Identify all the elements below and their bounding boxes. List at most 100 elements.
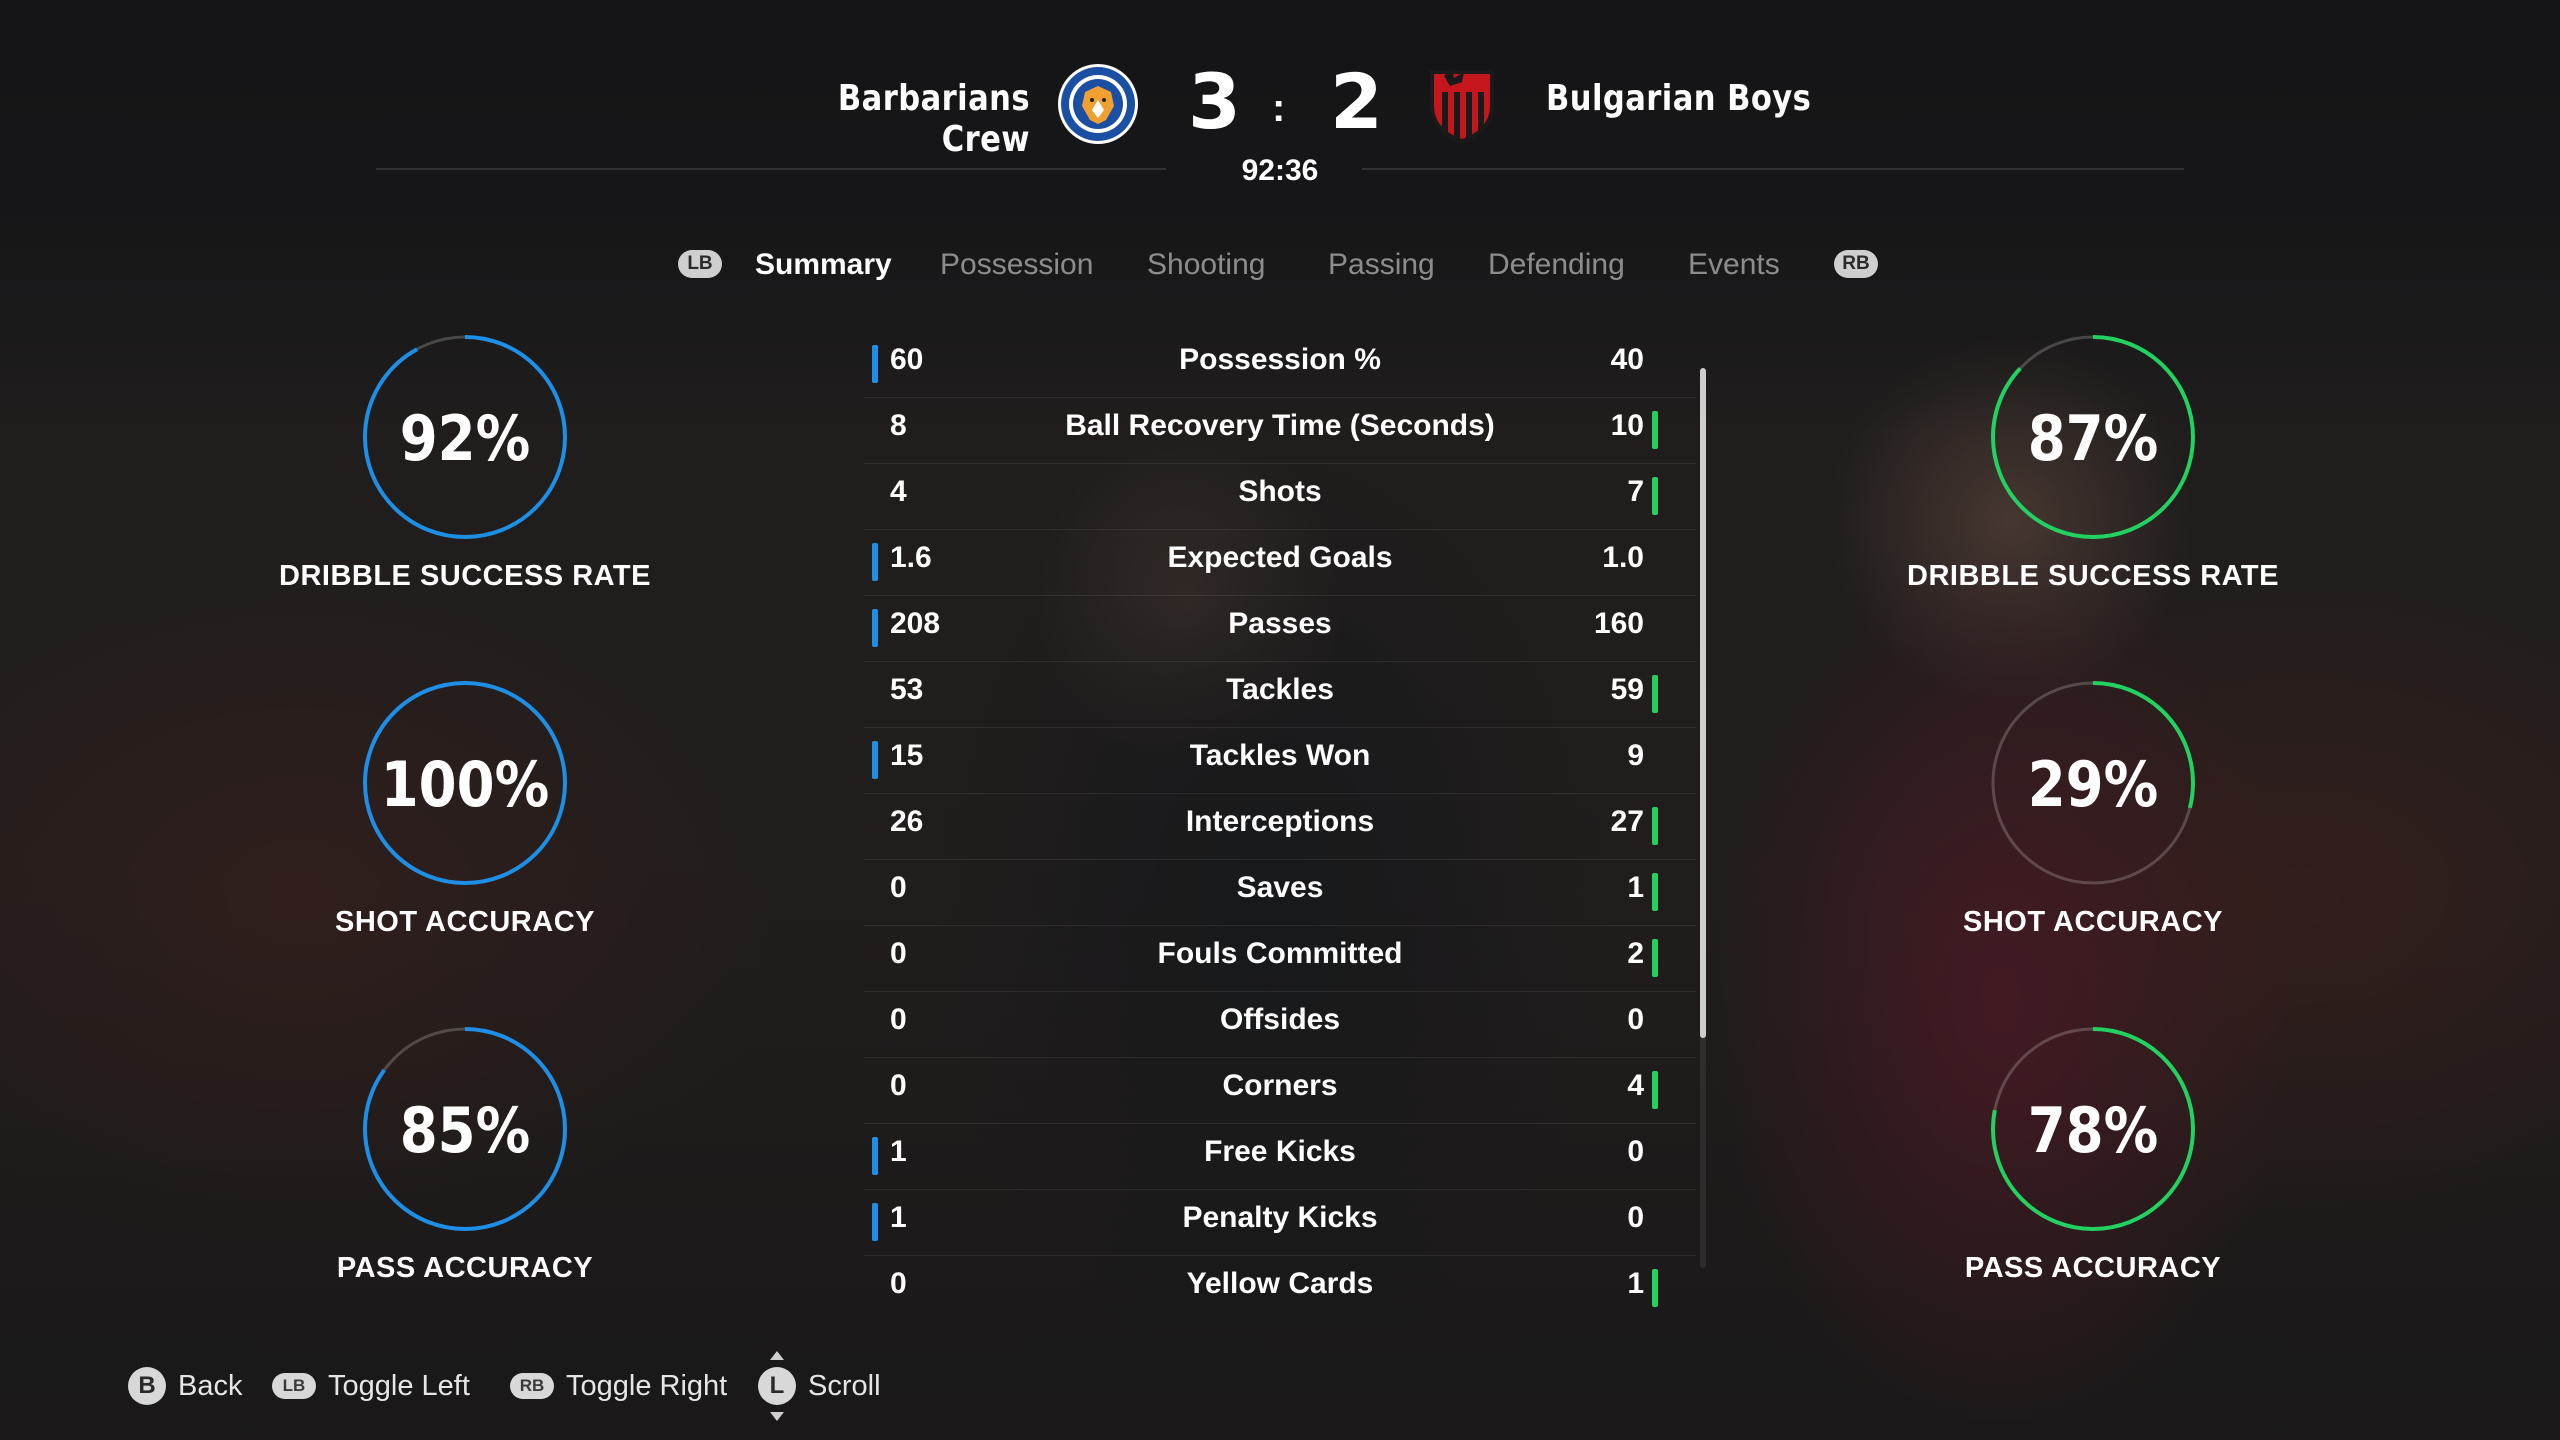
stat-name: Penalty Kicks bbox=[1182, 1201, 1378, 1234]
home-pass-accuracy-label: PASS ACCURACY bbox=[336, 1252, 594, 1284]
stat-name: Corners bbox=[1222, 1069, 1338, 1102]
home-pass-accuracy-stat: 85% PASS ACCURACY bbox=[275, 1026, 655, 1285]
scroll-label: Scroll bbox=[808, 1369, 881, 1402]
stat-row-shots: 4 Shots 7 bbox=[864, 464, 1696, 530]
away-lead-bar bbox=[1652, 873, 1658, 911]
away-dribble-success-label: DRIBBLE SUCCESS RATE bbox=[1907, 560, 2279, 592]
away-pass-accuracy-value: 78% bbox=[2027, 1094, 2159, 1167]
home-dribble-success-stat: 92% DRIBBLE SUCCESS RATE bbox=[275, 334, 655, 593]
away-lead-bar bbox=[1652, 807, 1658, 845]
home-dribble-success-value: 92% bbox=[399, 402, 531, 475]
stats-scrollbar[interactable] bbox=[1700, 368, 1706, 1268]
toggle-right-prompt[interactable]: RB Toggle Right bbox=[510, 1366, 727, 1406]
back-label: Back bbox=[178, 1369, 243, 1402]
away-stat-value: 9 bbox=[1627, 739, 1644, 772]
stat-name: Passes bbox=[1228, 607, 1332, 640]
lb-bumper-button[interactable]: LB bbox=[678, 250, 722, 278]
stat-row-saves: 0 Saves 1 bbox=[864, 860, 1696, 926]
stat-row-yellow-cards: 0 Yellow Cards 1 bbox=[864, 1256, 1696, 1321]
stat-row-free-kicks: 1 Free Kicks 0 bbox=[864, 1124, 1696, 1190]
away-shot-accuracy-label: SHOT ACCURACY bbox=[1963, 906, 2223, 938]
stats-tab-bar: LB Summary Possession Shooting Passing D… bbox=[0, 244, 2560, 294]
stat-name: Possession % bbox=[1179, 343, 1381, 376]
stat-name: Shots bbox=[1238, 475, 1322, 508]
away-stat-value: 0 bbox=[1627, 1003, 1644, 1036]
stat-name: Offsides bbox=[1219, 1003, 1341, 1036]
away-pass-accuracy-label: PASS ACCURACY bbox=[1964, 1252, 2222, 1284]
back-prompt[interactable]: B Back bbox=[128, 1366, 242, 1406]
away-shot-accuracy-stat: 29% SHOT ACCURACY bbox=[1903, 680, 2283, 939]
left-stick-icon: L bbox=[758, 1351, 796, 1421]
tab-passing[interactable]: Passing bbox=[1328, 248, 1435, 282]
toggle-right-label: Toggle Right bbox=[566, 1369, 728, 1402]
stat-row-offsides: 0 Offsides 0 bbox=[864, 992, 1696, 1058]
up-down-arrows-icon bbox=[770, 1351, 784, 1421]
stat-row-ball-recovery-time: 8 Ball Recovery Time (Seconds) 10 bbox=[864, 398, 1696, 464]
stat-row-tackles: 53 Tackles 59 bbox=[864, 662, 1696, 728]
home-team-name: Barbarians Crew bbox=[837, 78, 1030, 160]
home-score: 3 bbox=[1188, 57, 1241, 146]
tab-events[interactable]: Events bbox=[1688, 248, 1780, 282]
away-stat-value: 160 bbox=[1593, 607, 1644, 640]
stat-row-corners: 0 Corners 4 bbox=[864, 1058, 1696, 1124]
rb-button-icon: RB bbox=[510, 1373, 554, 1399]
away-lead-bar bbox=[1652, 939, 1658, 977]
toggle-left-label: Toggle Left bbox=[328, 1369, 470, 1402]
stats-scrollbar-thumb[interactable] bbox=[1700, 368, 1706, 1038]
stat-name: Yellow Cards bbox=[1186, 1267, 1374, 1300]
toggle-left-prompt[interactable]: LB Toggle Left bbox=[272, 1366, 470, 1406]
stat-name: Free Kicks bbox=[1204, 1135, 1356, 1168]
away-score: 2 bbox=[1330, 57, 1383, 146]
stat-name: Interceptions bbox=[1185, 805, 1375, 838]
tab-possession[interactable]: Possession bbox=[940, 248, 1093, 282]
away-pass-accuracy-stat: 78% PASS ACCURACY bbox=[1903, 1026, 2283, 1285]
away-stat-value: 40 bbox=[1610, 343, 1644, 376]
fox-crest-icon bbox=[1058, 64, 1138, 144]
stat-name: Tackles Won bbox=[1189, 739, 1371, 772]
button-prompt-bar: B Back LB Toggle Left RB Toggle Right L … bbox=[0, 1350, 2560, 1421]
b-button-icon: B bbox=[128, 1367, 166, 1405]
stat-row-interceptions: 26 Interceptions 27 bbox=[864, 794, 1696, 860]
match-clock: 92:36 bbox=[1241, 154, 1319, 187]
home-pass-accuracy-value: 85% bbox=[399, 1094, 531, 1167]
away-stat-value: 27 bbox=[1610, 805, 1644, 838]
stat-name: Expected Goals bbox=[1167, 541, 1393, 574]
tab-defending[interactable]: Defending bbox=[1488, 248, 1625, 282]
away-stat-value: 4 bbox=[1627, 1069, 1644, 1102]
stat-name: Saves bbox=[1236, 871, 1324, 904]
home-shot-accuracy-stat: 100% SHOT ACCURACY bbox=[275, 680, 655, 939]
stat-row-possession: 60 Possession % 40 bbox=[864, 332, 1696, 398]
rb-bumper-button[interactable]: RB bbox=[1834, 250, 1878, 278]
header-divider-left bbox=[376, 168, 1166, 170]
score-separator: : bbox=[1272, 86, 1286, 130]
tab-summary[interactable]: Summary bbox=[755, 248, 892, 282]
home-shot-accuracy-value: 100% bbox=[380, 748, 550, 821]
stat-name: Fouls Committed bbox=[1157, 937, 1403, 970]
away-shot-accuracy-value: 29% bbox=[2027, 748, 2159, 821]
away-stat-value: 1 bbox=[1627, 1267, 1644, 1300]
away-stat-value: 0 bbox=[1627, 1135, 1644, 1168]
away-lead-bar bbox=[1652, 1071, 1658, 1109]
stat-row-tackles-won: 15 Tackles Won 9 bbox=[864, 728, 1696, 794]
stat-row-fouls-committed: 0 Fouls Committed 2 bbox=[864, 926, 1696, 992]
away-lead-bar bbox=[1652, 1269, 1658, 1307]
match-stats-table[interactable]: 60 Possession % 40 8 Ball Recovery Time … bbox=[864, 332, 1696, 1321]
away-team-name: Bulgarian Boys bbox=[1546, 78, 1812, 119]
away-dribble-success-stat: 87% DRIBBLE SUCCESS RATE bbox=[1903, 334, 2283, 593]
away-lead-bar bbox=[1652, 675, 1658, 713]
stat-name: Ball Recovery Time (Seconds) bbox=[1065, 409, 1495, 442]
away-stat-value: 0 bbox=[1627, 1201, 1644, 1234]
away-stat-value: 10 bbox=[1610, 409, 1644, 442]
stat-name: Tackles bbox=[1226, 673, 1334, 706]
away-dribble-success-value: 87% bbox=[2027, 402, 2159, 475]
away-stat-value: 1 bbox=[1627, 871, 1644, 904]
away-lead-bar bbox=[1652, 477, 1658, 515]
header-divider-right bbox=[1362, 168, 2184, 170]
away-lead-bar bbox=[1652, 411, 1658, 449]
away-stat-value: 59 bbox=[1610, 673, 1644, 706]
scroll-prompt[interactable]: L Scroll bbox=[758, 1351, 881, 1421]
tab-shooting[interactable]: Shooting bbox=[1147, 248, 1265, 282]
devil-shield-crest-icon bbox=[1430, 68, 1494, 144]
home-dribble-success-label: DRIBBLE SUCCESS RATE bbox=[279, 560, 651, 592]
stat-row-passes: 208 Passes 160 bbox=[864, 596, 1696, 662]
